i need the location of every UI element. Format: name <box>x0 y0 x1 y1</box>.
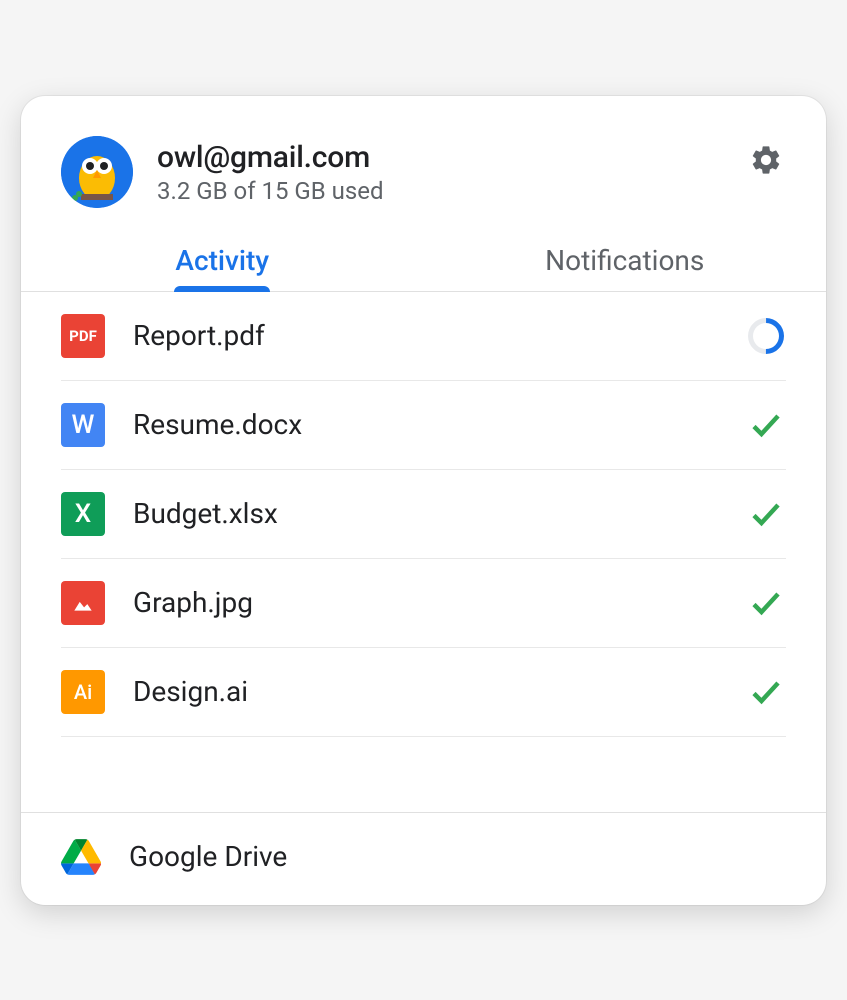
status-done <box>746 583 786 623</box>
excel-icon: X <box>61 492 105 536</box>
file-row[interactable]: PDF Report.pdf <box>61 292 786 381</box>
status-done <box>746 494 786 534</box>
file-row[interactable]: Graph.jpg <box>61 559 786 648</box>
file-row[interactable]: W Resume.docx <box>61 381 786 470</box>
status-done <box>746 672 786 712</box>
image-icon <box>61 581 105 625</box>
tabs: Activity Notifications <box>21 232 826 292</box>
account-email: owl@gmail.com <box>157 140 746 175</box>
avatar[interactable] <box>61 136 133 208</box>
spinner-icon <box>741 310 792 361</box>
account-info: owl@gmail.com 3.2 GB of 15 GB used <box>157 136 746 205</box>
file-list: PDF Report.pdf W Resume.docx X Budget.xl… <box>21 292 826 812</box>
check-icon <box>748 674 784 710</box>
drive-panel: owl@gmail.com 3.2 GB of 15 GB used Activ… <box>21 96 826 905</box>
owl-avatar-icon <box>61 136 133 208</box>
gear-icon <box>749 143 783 177</box>
file-name: Design.ai <box>133 675 746 708</box>
footer[interactable]: Google Drive <box>21 812 826 905</box>
file-name: Budget.xlsx <box>133 497 746 530</box>
storage-usage: 3.2 GB of 15 GB used <box>157 177 746 205</box>
tab-activity[interactable]: Activity <box>21 244 424 291</box>
photo-icon <box>70 590 96 616</box>
ai-icon: Ai <box>61 670 105 714</box>
file-row[interactable]: X Budget.xlsx <box>61 470 786 559</box>
word-icon: W <box>61 403 105 447</box>
footer-label: Google Drive <box>129 840 287 873</box>
header: owl@gmail.com 3.2 GB of 15 GB used <box>21 96 826 232</box>
file-name: Graph.jpg <box>133 586 746 619</box>
status-done <box>746 405 786 445</box>
check-icon <box>748 407 784 443</box>
check-icon <box>748 496 784 532</box>
settings-button[interactable] <box>746 140 786 180</box>
file-name: Report.pdf <box>133 319 746 352</box>
file-row[interactable]: Ai Design.ai <box>61 648 786 737</box>
check-icon <box>748 585 784 621</box>
file-name: Resume.docx <box>133 408 746 441</box>
drive-icon <box>61 839 101 875</box>
status-loading <box>746 316 786 356</box>
pdf-icon: PDF <box>61 314 105 358</box>
tab-notifications[interactable]: Notifications <box>424 244 827 291</box>
